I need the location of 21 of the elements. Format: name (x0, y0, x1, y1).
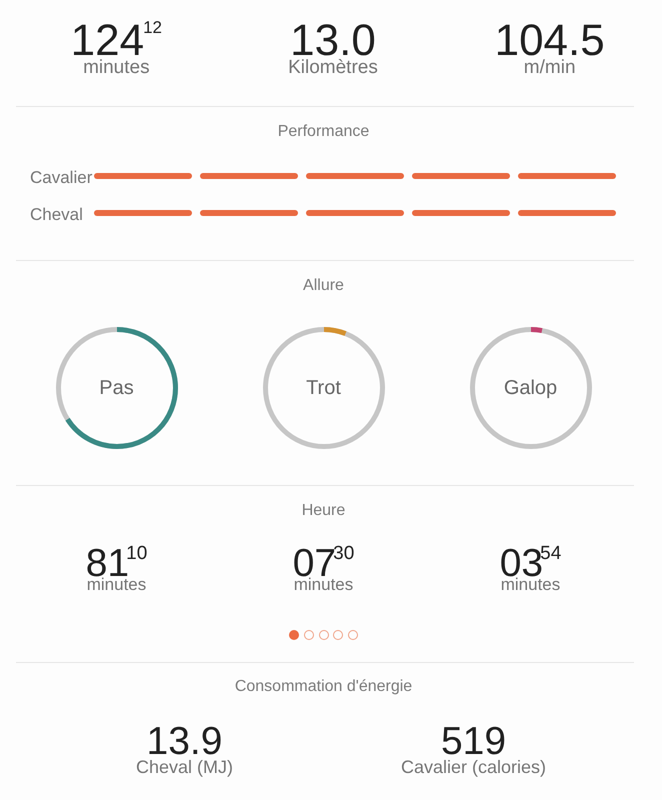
performance-label: Cavalier (30, 168, 94, 188)
page-dot[interactable] (348, 630, 358, 640)
energy-unit: Cavalier (calories) (400, 758, 546, 776)
energy-unit: Cheval (MJ) (136, 758, 233, 776)
stat-unit: minutes (83, 58, 150, 77)
section-title: Allure (303, 278, 344, 294)
gait-label: Pas (99, 378, 134, 398)
gait-label: Trot (306, 378, 341, 398)
page-dot[interactable] (333, 630, 344, 640)
gait-label: Galop (504, 378, 558, 398)
performance-label: Cheval (30, 205, 84, 225)
page-dot[interactable] (318, 630, 328, 640)
section-title: Heure (302, 503, 346, 519)
stat-unit: m/min (524, 58, 576, 77)
page-dot[interactable] (289, 630, 300, 640)
page-dot[interactable] (304, 630, 314, 640)
energy-value: 519 (440, 722, 506, 761)
stat-unit: Kilomètres (288, 58, 378, 77)
section-title: Consommation d'énergie (234, 679, 412, 695)
section-title: Performance (278, 124, 370, 140)
energy-value: 13.9 (146, 722, 222, 761)
